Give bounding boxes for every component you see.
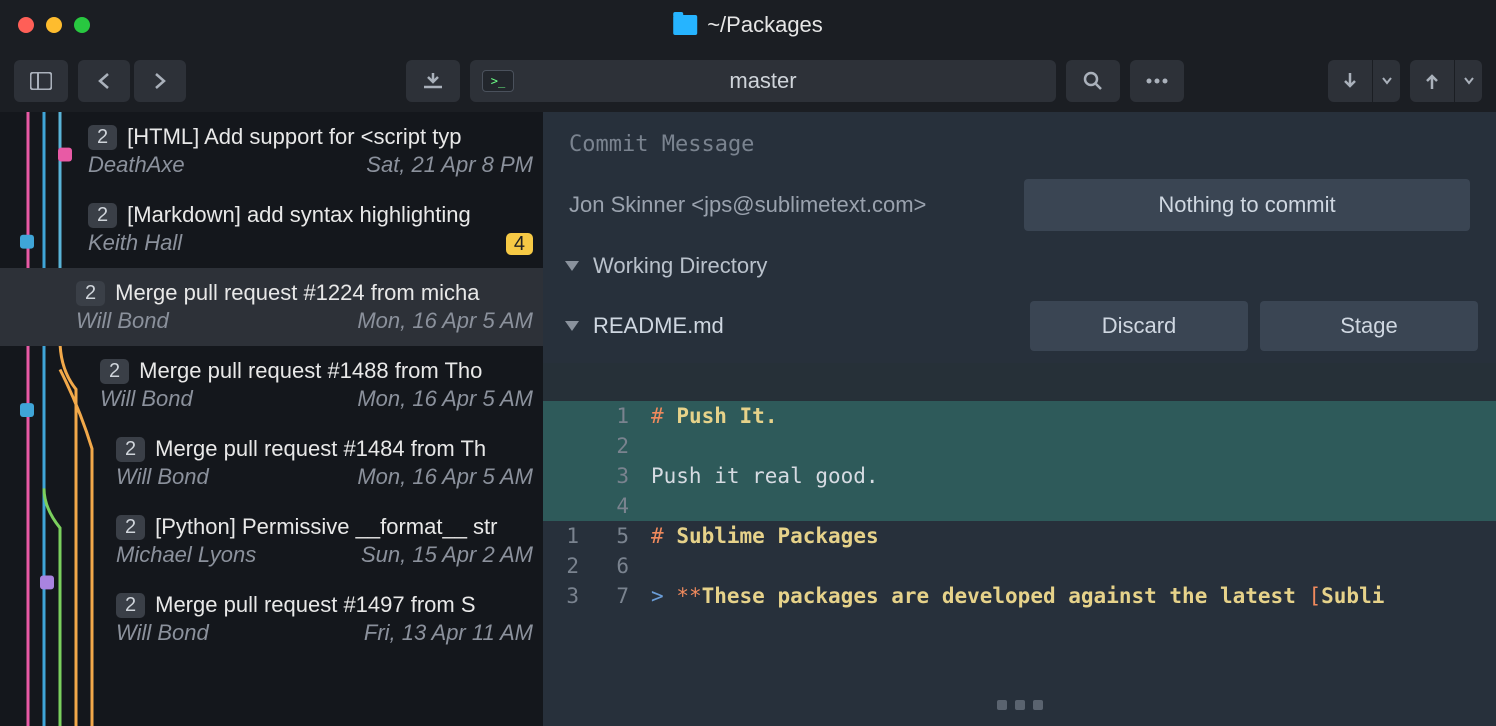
diff-line: 15# Sublime Packages [543, 521, 1496, 551]
commit-badge: 2 [88, 125, 117, 150]
commit-row[interactable]: 2 Merge pull request #1484 from ThWill Bo… [0, 424, 543, 502]
commit-time: Mon, 16 Apr 5 AM [357, 386, 533, 412]
commit-row[interactable]: 2 Merge pull request #1497 from SWill Bon… [0, 580, 543, 658]
detail-pane: Commit Message Jon Skinner <jps@sublimet… [543, 112, 1496, 726]
commit-author: Will Bond [116, 620, 209, 646]
pull-dropdown[interactable] [1372, 60, 1400, 102]
diff-line: 3Push it real good. [543, 461, 1496, 491]
commit-badge: 2 [100, 359, 129, 384]
diff-line: 2 [543, 431, 1496, 461]
commit-message-label: Commit Message [569, 132, 1470, 157]
stash-button[interactable] [406, 60, 460, 102]
commit-author: Will Bond [116, 464, 209, 490]
diff-line: 1# Push It. [543, 401, 1496, 431]
commit-list-pane: 2 [HTML] Add support for <script typDeath… [0, 112, 543, 726]
section-label: Working Directory [593, 253, 767, 279]
push-button[interactable] [1410, 60, 1454, 102]
forward-button[interactable] [134, 60, 186, 102]
search-button[interactable] [1066, 60, 1120, 102]
commit-button[interactable]: Nothing to commit [1024, 179, 1470, 231]
commit-author: Keith Hall [88, 230, 182, 256]
diff-view: 1# Push It.23Push it real good.415# Subl… [543, 401, 1496, 611]
terminal-icon: >_ [482, 70, 514, 92]
commit-row[interactable]: 2 [Markdown] add syntax highlightingKeith… [0, 190, 543, 268]
window-title-text: ~/Packages [707, 12, 823, 38]
diff-hunk-header [543, 363, 1496, 401]
close-window-button[interactable] [18, 17, 34, 33]
commit-time: Sat, 21 Apr 8 PM [366, 152, 533, 178]
traffic-lights [18, 17, 90, 33]
commit-badge: 2 [116, 593, 145, 618]
titlebar: ~/Packages [0, 0, 1496, 50]
branch-selector[interactable]: >_ master [470, 60, 1056, 102]
push-dropdown[interactable] [1454, 60, 1482, 102]
commit-time: Fri, 13 Apr 11 AM [364, 620, 533, 646]
commit-title-text: Merge pull request #1488 from Tho [139, 358, 482, 384]
sidebar-toggle-button[interactable] [14, 60, 68, 102]
commit-title-text: Merge pull request #1497 from S [155, 592, 475, 618]
commit-time: 4 [506, 230, 533, 256]
minimize-window-button[interactable] [46, 17, 62, 33]
commit-author: Michael Lyons [116, 542, 256, 568]
folder-icon [673, 15, 697, 35]
chevron-down-icon [565, 321, 579, 331]
commit-badge: 2 [88, 203, 117, 228]
toolbar: >_ master [0, 50, 1496, 112]
diff-line: 4 [543, 491, 1496, 521]
commit-row[interactable]: 2 Merge pull request #1488 from ThoWill B… [0, 346, 543, 424]
commit-author: Jon Skinner <jps@sublimetext.com> [569, 192, 926, 218]
pull-button[interactable] [1328, 60, 1372, 102]
window-title: ~/Packages [673, 12, 823, 38]
maximize-window-button[interactable] [74, 17, 90, 33]
commit-badge: 2 [76, 281, 105, 306]
pull-button-group [1328, 60, 1400, 102]
stage-button[interactable]: Stage [1260, 301, 1478, 351]
branch-name: master [729, 68, 796, 94]
commit-author: Will Bond [76, 308, 169, 334]
discard-button[interactable]: Discard [1030, 301, 1248, 351]
diff-line: 26 [543, 551, 1496, 581]
commit-title-text: [HTML] Add support for <script typ [127, 124, 461, 150]
commit-time: Sun, 15 Apr 2 AM [361, 542, 533, 568]
resize-handle[interactable] [997, 684, 1043, 726]
commit-badge: 2 [116, 437, 145, 462]
commit-title-text: [Python] Permissive __format__ str [155, 514, 497, 540]
chevron-down-icon [565, 261, 579, 271]
push-button-group [1410, 60, 1482, 102]
commit-row[interactable]: 2 [HTML] Add support for <script typDeath… [0, 112, 543, 190]
commit-title-text: [Markdown] add syntax highlighting [127, 202, 471, 228]
commit-time: Mon, 16 Apr 5 AM [357, 308, 533, 334]
back-button[interactable] [78, 60, 130, 102]
commit-title-text: Merge pull request #1484 from Th [155, 436, 486, 462]
file-name: README.md [593, 313, 724, 339]
commit-row[interactable]: 2 [Python] Permissive __format__ strMicha… [0, 502, 543, 580]
commit-author: DeathAxe [88, 152, 185, 178]
diff-line: 37> **These packages are developed again… [543, 581, 1496, 611]
commit-title-text: Merge pull request #1224 from micha [115, 280, 479, 306]
commit-author: Will Bond [100, 386, 193, 412]
working-directory-section[interactable]: Working Directory [543, 231, 1496, 289]
commit-badge: 2 [116, 515, 145, 540]
more-button[interactable] [1130, 60, 1184, 102]
file-row[interactable]: README.md Discard Stage [543, 289, 1496, 363]
commit-row[interactable]: 2 Merge pull request #1224 from michaWill… [0, 268, 543, 346]
commit-time: Mon, 16 Apr 5 AM [357, 464, 533, 490]
ahead-badge: 4 [506, 233, 533, 255]
